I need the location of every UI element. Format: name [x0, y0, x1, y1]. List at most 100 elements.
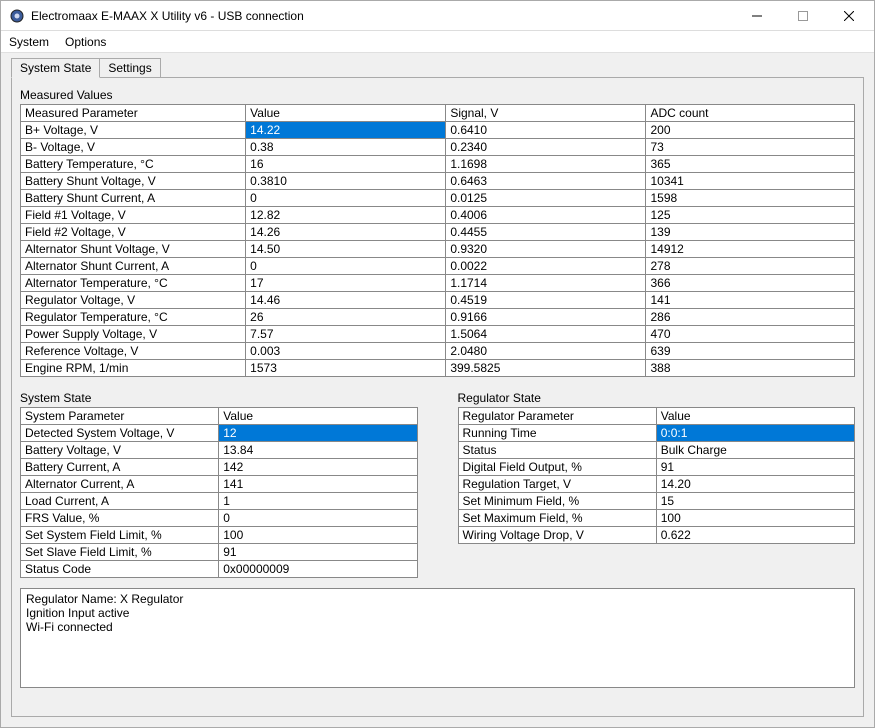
cell-adc: 14912 [646, 241, 855, 258]
table-row[interactable]: Load Current, A1 [21, 493, 418, 510]
table-row[interactable]: B- Voltage, V0.380.234073 [21, 139, 855, 156]
table-row[interactable]: Engine RPM, 1/min1573399.5825388 [21, 360, 855, 377]
cell-value: 100 [219, 527, 417, 544]
cell-adc: 286 [646, 309, 855, 326]
cell-adc: 470 [646, 326, 855, 343]
cell-value: 26 [246, 309, 446, 326]
cell-value: 12.82 [246, 207, 446, 224]
table-row[interactable]: Battery Shunt Voltage, V0.38100.64631034… [21, 173, 855, 190]
table-row[interactable]: Set Maximum Field, %100 [458, 510, 855, 527]
table-row[interactable]: Set Slave Field Limit, %91 [21, 544, 418, 561]
cell-param: Battery Temperature, °C [21, 156, 246, 173]
table-row[interactable]: Power Supply Voltage, V7.571.5064470 [21, 326, 855, 343]
table-row[interactable]: Battery Current, A142 [21, 459, 418, 476]
cell-value: 100 [656, 510, 854, 527]
table-row[interactable]: Detected System Voltage, V12 [21, 425, 418, 442]
tab-settings[interactable]: Settings [99, 58, 160, 77]
cell-param: Status [458, 442, 656, 459]
table-row[interactable]: Status Code0x00000009 [21, 561, 418, 578]
cell-signal: 2.0480 [446, 343, 646, 360]
cell-param: Engine RPM, 1/min [21, 360, 246, 377]
col-adc: ADC count [646, 105, 855, 122]
col-signal: Signal, V [446, 105, 646, 122]
cell-param: Regulator Temperature, °C [21, 309, 246, 326]
cell-signal: 0.4519 [446, 292, 646, 309]
cell-signal: 1.5064 [446, 326, 646, 343]
regulator-state-table[interactable]: Regulator Parameter Value Running Time0:… [458, 407, 856, 544]
table-row[interactable]: Digital Field Output, %91 [458, 459, 855, 476]
cell-value: 141 [219, 476, 417, 493]
table-row[interactable]: Battery Voltage, V13.84 [21, 442, 418, 459]
table-row[interactable]: Regulation Target, V14.20 [458, 476, 855, 493]
table-row[interactable]: Battery Shunt Current, A00.01251598 [21, 190, 855, 207]
table-row[interactable]: Regulator Voltage, V14.460.4519141 [21, 292, 855, 309]
cell-value: 16 [246, 156, 446, 173]
col-sys-value: Value [219, 408, 417, 425]
cell-signal: 1.1698 [446, 156, 646, 173]
cell-value: 14.26 [246, 224, 446, 241]
measured-values-label: Measured Values [20, 88, 855, 102]
minimize-button[interactable] [734, 1, 780, 31]
tab-system-state[interactable]: System State [11, 58, 100, 78]
cell-adc: 366 [646, 275, 855, 292]
cell-param: Field #1 Voltage, V [21, 207, 246, 224]
cell-adc: 10341 [646, 173, 855, 190]
cell-param: B- Voltage, V [21, 139, 246, 156]
cell-value: 14.50 [246, 241, 446, 258]
col-reg-value: Value [656, 408, 854, 425]
table-row[interactable]: Set System Field Limit, %100 [21, 527, 418, 544]
col-sys-param: System Parameter [21, 408, 219, 425]
cell-value: 14.20 [656, 476, 854, 493]
menu-system[interactable]: System [9, 35, 49, 49]
table-row[interactable]: StatusBulk Charge [458, 442, 855, 459]
system-state-table[interactable]: System Parameter Value Detected System V… [20, 407, 418, 578]
menu-options[interactable]: Options [65, 35, 106, 49]
menu-bar: System Options [1, 31, 874, 53]
cell-adc: 73 [646, 139, 855, 156]
table-row[interactable]: Set Minimum Field, %15 [458, 493, 855, 510]
cell-adc: 141 [646, 292, 855, 309]
window-title: Electromaax E-MAAX X Utility v6 - USB co… [31, 9, 734, 23]
table-row[interactable]: Wiring Voltage Drop, V0.622 [458, 527, 855, 544]
table-row[interactable]: Alternator Current, A141 [21, 476, 418, 493]
table-row[interactable]: B+ Voltage, V14.220.6410200 [21, 122, 855, 139]
table-row[interactable]: Battery Temperature, °C161.1698365 [21, 156, 855, 173]
table-row[interactable]: Field #1 Voltage, V12.820.4006125 [21, 207, 855, 224]
cell-param: Regulation Target, V [458, 476, 656, 493]
maximize-button[interactable] [780, 1, 826, 31]
cell-param: Battery Current, A [21, 459, 219, 476]
measured-values-table[interactable]: Measured Parameter Value Signal, V ADC c… [20, 104, 855, 377]
system-state-label: System State [20, 391, 418, 405]
cell-signal: 0.6463 [446, 173, 646, 190]
tab-page-system-state: Measured Values Measured Parameter Value… [11, 77, 864, 717]
table-row[interactable]: Reference Voltage, V0.0032.0480639 [21, 343, 855, 360]
cell-value: 15 [656, 493, 854, 510]
table-row[interactable]: FRS Value, %0 [21, 510, 418, 527]
cell-value: 0.38 [246, 139, 446, 156]
cell-signal: 0.4455 [446, 224, 646, 241]
cell-param: Battery Shunt Current, A [21, 190, 246, 207]
cell-param: Alternator Current, A [21, 476, 219, 493]
table-row[interactable]: Alternator Shunt Current, A00.0022278 [21, 258, 855, 275]
table-row[interactable]: Alternator Shunt Voltage, V14.500.932014… [21, 241, 855, 258]
table-row[interactable]: Running Time0:0:1 [458, 425, 855, 442]
cell-param: Set Minimum Field, % [458, 493, 656, 510]
cell-value: 0.3810 [246, 173, 446, 190]
status-text-box: Regulator Name: X Regulator Ignition Inp… [20, 588, 855, 688]
table-row[interactable]: Field #2 Voltage, V14.260.4455139 [21, 224, 855, 241]
close-button[interactable] [826, 1, 872, 31]
cell-value: 14.22 [246, 122, 446, 139]
cell-param: Regulator Voltage, V [21, 292, 246, 309]
table-row[interactable]: Regulator Temperature, °C260.9166286 [21, 309, 855, 326]
cell-adc: 200 [646, 122, 855, 139]
table-row[interactable]: Alternator Temperature, °C171.1714366 [21, 275, 855, 292]
cell-param: Alternator Shunt Current, A [21, 258, 246, 275]
cell-param: Alternator Shunt Voltage, V [21, 241, 246, 258]
cell-value: 91 [656, 459, 854, 476]
cell-param: FRS Value, % [21, 510, 219, 527]
tab-strip: System State Settings [11, 55, 864, 77]
app-icon [9, 8, 25, 24]
col-reg-param: Regulator Parameter [458, 408, 656, 425]
cell-signal: 0.6410 [446, 122, 646, 139]
cell-value: 0:0:1 [656, 425, 854, 442]
